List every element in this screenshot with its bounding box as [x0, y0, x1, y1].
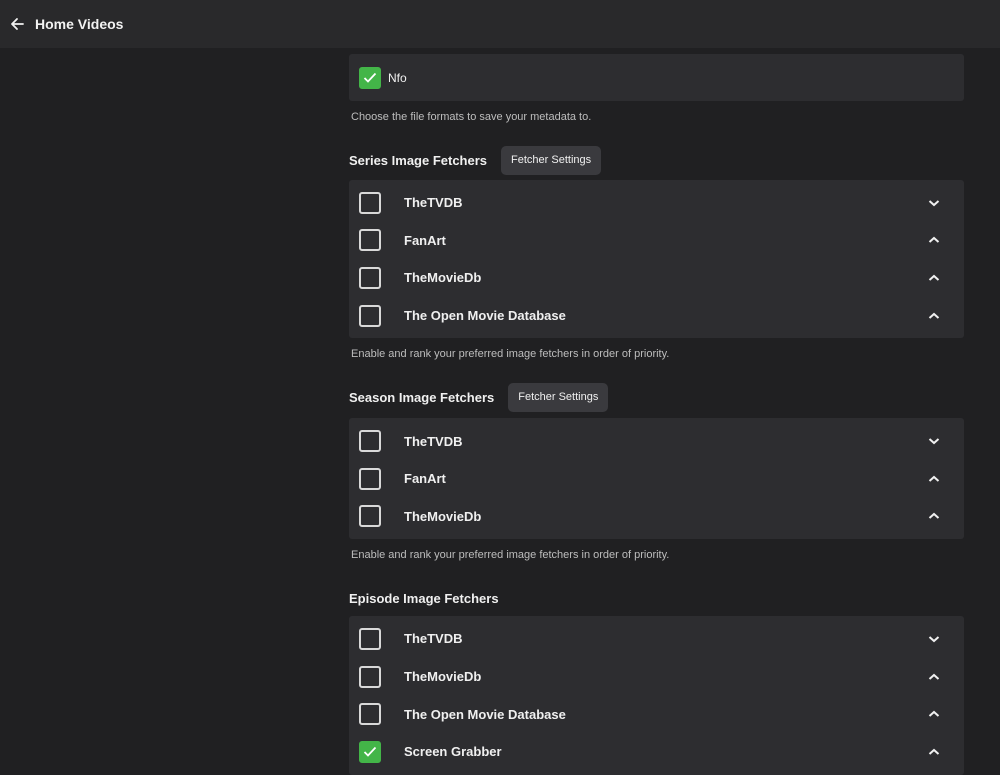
section-help: Enable and rank your preferred image fet…: [351, 549, 670, 562]
fetcher-label: The Open Movie Database: [404, 308, 566, 324]
move-up-button[interactable]: [924, 306, 944, 326]
fetcher-checkbox[interactable]: [359, 703, 381, 726]
move-up-button[interactable]: [924, 667, 944, 687]
move-down-button[interactable]: [924, 629, 944, 649]
chevron-up-icon: [928, 237, 940, 244]
arrow-left-icon: [11, 18, 24, 30]
chevron-down-icon: [928, 438, 940, 445]
section-title: Season Image Fetchers: [349, 389, 495, 405]
section-header: Season Image Fetchers Fetcher Settings: [349, 382, 964, 412]
fetcher-row: Screen Grabber: [349, 733, 964, 771]
fetcher-label: FanArt: [404, 232, 446, 248]
fetcher-checkbox[interactable]: [359, 191, 381, 214]
fetcher-label: TheMovieDb: [404, 508, 482, 524]
metadata-savers-help: Choose the file formats to save your met…: [351, 111, 592, 123]
library-settings-content: Nfo Choose the file formats to save your…: [349, 54, 964, 775]
move-up-button[interactable]: [924, 230, 944, 250]
check-icon: [363, 72, 377, 83]
chevron-up-icon: [928, 274, 940, 281]
section-header: Episode Image Fetchers: [349, 583, 964, 613]
fetcher-checkbox[interactable]: [359, 430, 381, 453]
move-up-button[interactable]: [924, 506, 944, 526]
metadata-savers-panel: Nfo: [349, 54, 964, 101]
fetcher-label: TheTVDB: [404, 195, 463, 211]
fetcher-label: TheTVDB: [404, 631, 463, 647]
nfo-label: Nfo: [388, 70, 407, 85]
fetcher-list: TheTVDB TheMovieDb The Open Movie Database…: [349, 616, 964, 775]
fetcher-row: The Open Movie Database: [349, 297, 964, 335]
move-down-button[interactable]: [924, 193, 944, 213]
fetcher-row: The Open Movie Database: [349, 695, 964, 733]
chevron-down-icon: [928, 636, 940, 643]
move-down-button[interactable]: [924, 431, 944, 451]
fetcher-row: TheMovieDb: [349, 498, 964, 536]
chevron-up-icon: [928, 475, 940, 482]
check-icon: [363, 746, 377, 757]
chevron-up-icon: [928, 513, 940, 520]
fetcher-label: TheMovieDb: [404, 669, 482, 685]
move-up-button[interactable]: [924, 268, 944, 288]
section-help: Enable and rank your preferred image fet…: [351, 348, 670, 361]
fetcher-checkbox[interactable]: [359, 229, 381, 252]
fetcher-label: TheTVDB: [404, 433, 463, 449]
fetcher-label: Screen Grabber: [404, 744, 502, 760]
fetcher-row: FanArt: [349, 460, 964, 498]
section-title: Series Image Fetchers: [349, 152, 488, 168]
fetcher-label: FanArt: [404, 471, 446, 487]
move-up-button[interactable]: [924, 469, 944, 489]
chevron-down-icon: [928, 200, 940, 207]
fetcher-list: TheTVDB FanArt TheMovieDb The Open Movie Da…: [349, 180, 964, 339]
fetcher-checkbox[interactable]: [359, 467, 381, 490]
image-fetcher-sections: Series Image Fetchers Fetcher Settings The…: [349, 145, 964, 775]
section-title: Episode Image Fetchers: [349, 590, 499, 606]
fetcher-checkbox[interactable]: [359, 266, 381, 289]
section-header: Series Image Fetchers Fetcher Settings: [349, 145, 964, 175]
chevron-up-icon: [928, 312, 940, 319]
fetcher-label: TheMovieDb: [404, 270, 482, 286]
fetcher-row: TheTVDB: [349, 184, 964, 222]
chevron-up-icon: [928, 673, 940, 680]
nfo-checkbox[interactable]: [359, 66, 381, 89]
fetcher-checkbox[interactable]: [359, 627, 381, 650]
fetcher-settings-button[interactable]: Fetcher Settings: [501, 145, 602, 175]
page-title: Home Videos: [35, 16, 124, 32]
fetcher-row: TheTVDB: [349, 422, 964, 460]
fetcher-checkbox[interactable]: [359, 505, 381, 528]
fetcher-row: TheTVDB: [349, 620, 964, 658]
fetcher-label: The Open Movie Database: [404, 706, 566, 722]
move-up-button[interactable]: [924, 704, 944, 724]
back-button[interactable]: [3, 10, 31, 38]
fetcher-settings-button[interactable]: Fetcher Settings: [508, 382, 609, 412]
fetcher-checkbox[interactable]: [359, 665, 381, 688]
fetcher-list: TheTVDB FanArt TheMovieDb: [349, 418, 964, 540]
fetcher-row: TheMovieDb: [349, 259, 964, 297]
fetcher-checkbox[interactable]: [359, 304, 381, 327]
fetcher-row: FanArt: [349, 222, 964, 260]
app-header: Home Videos: [0, 0, 1000, 48]
chevron-up-icon: [928, 710, 940, 717]
chevron-up-icon: [928, 748, 940, 755]
fetcher-checkbox[interactable]: [359, 740, 381, 763]
fetcher-row: TheMovieDb: [349, 658, 964, 696]
